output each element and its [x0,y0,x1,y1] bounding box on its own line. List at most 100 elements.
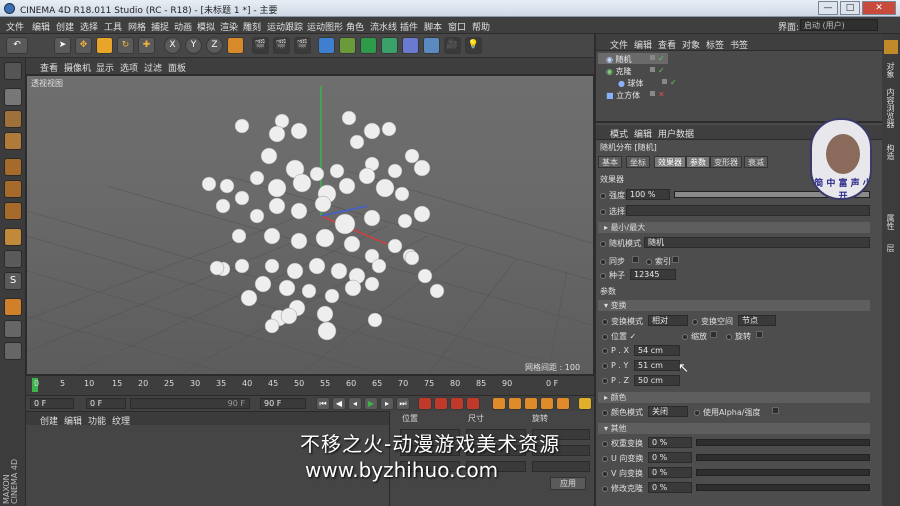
menu-edit[interactable]: 编辑 [32,20,50,33]
side-tab-attributes[interactable]: 属性 [885,214,896,230]
minimize-button[interactable]: — [818,1,838,15]
u-field[interactable]: 0 % [648,452,692,463]
sync-checkbox[interactable] [632,256,639,263]
color-mode-dropdown[interactable]: 关闭 [648,406,688,417]
timeline-ruler[interactable]: 0 5 10 15 20 25 30 35 40 45 50 55 60 65 … [26,375,594,395]
object-menu-view[interactable]: 查看 [658,38,676,51]
color-section[interactable]: ▸ 颜色 [598,392,870,403]
menu-pipeline[interactable]: 流水线 [370,20,397,33]
key-parameter-icon[interactable] [540,397,554,410]
workplane-icon[interactable] [4,132,22,150]
transform-section[interactable]: ▾ 变换 [598,300,870,311]
tab-effector[interactable]: 效果器 [654,156,686,168]
scale-checkbox[interactable] [710,331,717,338]
menu-create[interactable]: 创建 [56,20,74,33]
disabled-x-icon[interactable]: ✕ [658,90,665,99]
points-mode-icon[interactable] [4,158,22,176]
layout-dropdown[interactable]: 启动 (用户) [800,19,878,31]
v-field[interactable]: 0 % [648,467,692,478]
preview-min-field[interactable]: 0 F [86,398,126,409]
weight-field[interactable]: 0 % [648,437,692,448]
prev-frame-icon[interactable]: ◂ [348,397,362,410]
menu-animate[interactable]: 动画 [174,20,192,33]
object-sphere[interactable]: ● 球体 [618,78,644,89]
tab-coord[interactable]: 坐标 [626,156,650,168]
keyframe-selection-icon[interactable] [450,397,464,410]
side-tab-icon[interactable] [884,40,898,54]
perspective-viewport[interactable]: 透视视图 网格间距 : 100 cm [26,75,594,375]
menu-snap[interactable]: 捕捉 [151,20,169,33]
object-menu-edit[interactable]: 编辑 [634,38,652,51]
start-frame-field[interactable]: 0 F [30,398,74,409]
render-settings-icon[interactable]: 🎬 [294,37,311,54]
scale-icon[interactable] [96,37,113,54]
py-field[interactable]: 51 cm [634,360,680,371]
strength-field[interactable]: 100 % [626,189,670,200]
mod-field[interactable]: 0 % [648,482,692,493]
seed-field[interactable]: 12345 [630,269,676,280]
transform-mode-dropdown[interactable]: 相对 [648,315,688,326]
weight-slider[interactable] [696,439,870,446]
menu-mograph[interactable]: 运动图形 [307,20,343,33]
undo-icon[interactable]: ↶ [6,37,28,54]
edges-mode-icon[interactable] [4,180,22,198]
key-pla-icon[interactable] [556,397,570,410]
v-slider[interactable] [696,469,870,476]
keyframe-help-icon[interactable] [466,397,480,410]
object-menu-objects[interactable]: 对象 [682,38,700,51]
side-tab-objects[interactable]: 对象 [885,62,896,78]
object-random-effector[interactable]: ◉ 随机 [606,54,632,65]
prev-key-icon[interactable]: ◀ [332,397,346,410]
lock-workplane-icon[interactable] [4,320,22,338]
last-tool-icon[interactable]: ✚ [138,37,155,54]
viewport-menu-options[interactable]: 选项 [120,61,138,74]
render-picture-viewer-icon[interactable]: 🎬 [273,37,290,54]
visibility-dots[interactable] [650,91,655,96]
record-keys-icon[interactable] [418,397,432,410]
use-alpha-checkbox[interactable] [772,407,779,414]
array-icon[interactable] [381,37,398,54]
preview-range-slider[interactable]: 90 F [130,398,250,409]
select-arrow-icon[interactable]: ➤ [54,37,71,54]
close-button[interactable]: ✕ [862,1,896,15]
menu-render[interactable]: 渲染 [220,20,238,33]
object-menu-bookmarks[interactable]: 书签 [730,38,748,51]
object-cloner[interactable]: ◉ 克隆 [606,66,632,77]
polygons-mode-icon[interactable] [4,202,22,220]
make-editable-icon[interactable] [4,62,22,80]
axis-z-button[interactable]: Z [206,37,223,54]
snap-icon[interactable]: S [4,272,22,290]
coord-rot-b-field[interactable] [532,461,590,472]
object-menu-file[interactable]: 文件 [610,38,628,51]
tab-deformer[interactable]: 变形器 [710,156,742,168]
px-field[interactable]: 54 cm [634,345,680,356]
deformer-icon[interactable] [402,37,419,54]
pz-field[interactable]: 50 cm [634,375,680,386]
light-icon[interactable]: 💡 [465,37,482,54]
attr-menu-edit[interactable]: 编辑 [634,127,652,140]
object-cube[interactable]: ■ 立方体 [606,90,640,101]
transform-space-dropdown[interactable]: 节点 [738,315,776,326]
subdivision-icon[interactable] [360,37,377,54]
other-section[interactable]: ▾ 其他 [598,423,870,434]
visibility-dots[interactable] [650,67,655,72]
next-frame-icon[interactable]: ▸ [380,397,394,410]
visibility-dots[interactable] [662,79,667,84]
menu-character[interactable]: 角色 [346,20,364,33]
attr-menu-userdata[interactable]: 用户数据 [658,127,694,140]
viewport-menu-panel[interactable]: 面板 [168,61,186,74]
menu-sculpt[interactable]: 雕刻 [243,20,261,33]
menu-simulate[interactable]: 模拟 [197,20,215,33]
end-frame-field[interactable]: 90 F [260,398,306,409]
maximize-button[interactable]: □ [840,1,860,15]
enabled-check-icon[interactable]: ✓ [670,78,677,87]
minmax-section[interactable]: ▸ 最小/最大 [598,222,870,233]
side-tab-content-browser[interactable]: 内容浏览器 [885,88,896,128]
menu-plugins[interactable]: 插件 [400,20,418,33]
axis-y-button[interactable]: Y [185,37,202,54]
menu-help[interactable]: 帮助 [472,20,490,33]
random-mode-dropdown[interactable]: 随机 [644,237,870,248]
menu-motion-tracking[interactable]: 运动跟踪 [267,20,303,33]
attr-menu-mode[interactable]: 模式 [610,127,628,140]
menu-window[interactable]: 窗口 [448,20,466,33]
